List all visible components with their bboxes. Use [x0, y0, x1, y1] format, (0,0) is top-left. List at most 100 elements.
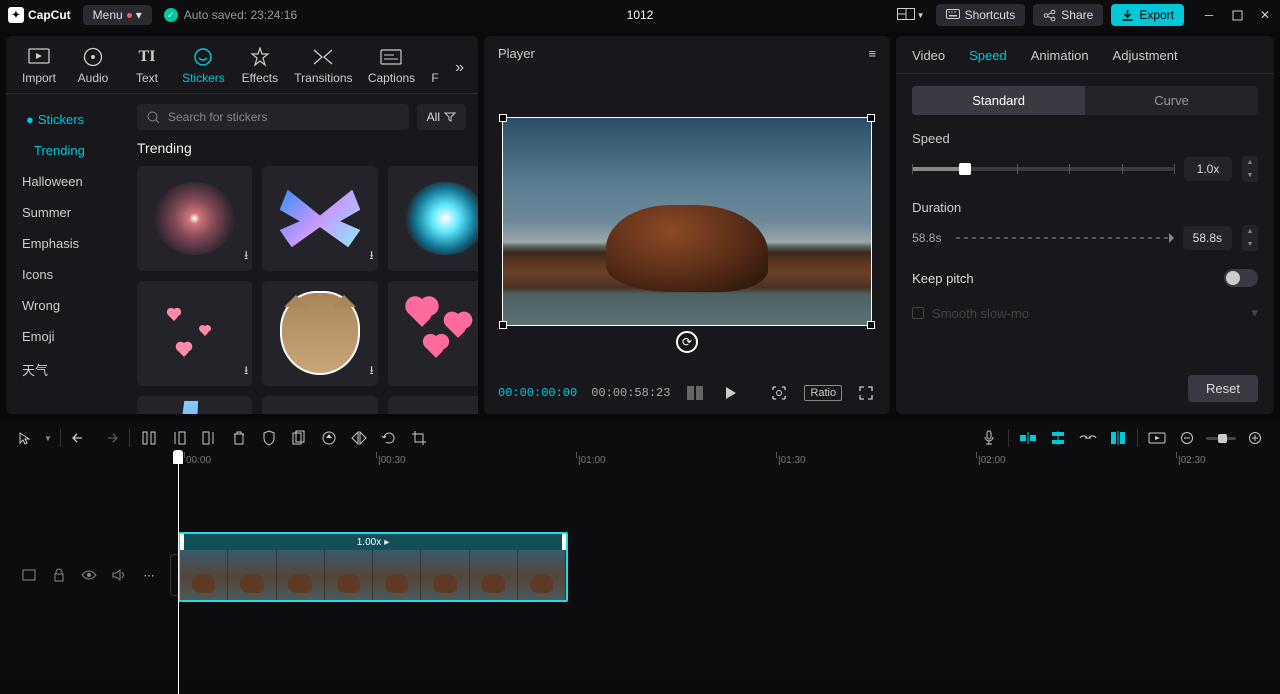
snapshot-button[interactable] [768, 382, 790, 404]
tab-import[interactable]: Import [14, 42, 64, 93]
speed-slider[interactable] [912, 167, 1174, 171]
minimize-button[interactable]: ─ [1202, 8, 1216, 22]
captions-icon [380, 46, 402, 68]
zoom-slider[interactable] [1206, 437, 1236, 440]
resize-handle-bl[interactable] [499, 321, 507, 329]
tab-stickers[interactable]: Stickers [176, 42, 231, 93]
crop-button[interactable] [408, 427, 430, 449]
track-more-button[interactable]: ⋯ [138, 564, 160, 586]
prop-tab-adjustment[interactable]: Adjustment [1113, 48, 1178, 63]
subtab-curve[interactable]: Curve [1085, 86, 1258, 115]
mic-button[interactable] [978, 427, 1000, 449]
play-button[interactable] [720, 383, 740, 403]
download-icon: ⭳ [244, 361, 248, 382]
resize-handle-tl[interactable] [499, 114, 507, 122]
category-wrong[interactable]: Wrong [6, 290, 131, 321]
sticker-lightning[interactable] [137, 396, 252, 414]
prop-tab-animation[interactable]: Animation [1031, 48, 1089, 63]
delete-button[interactable] [228, 427, 250, 449]
speed-slider-thumb[interactable] [959, 163, 971, 175]
redo-button[interactable] [99, 427, 121, 449]
track-visible-button[interactable] [78, 564, 100, 586]
shortcuts-button[interactable]: Shortcuts [936, 4, 1026, 26]
prop-tab-speed[interactable]: Speed [969, 48, 1007, 63]
select-tool[interactable] [14, 427, 36, 449]
compare-button[interactable] [684, 383, 706, 403]
tab-captions[interactable]: Captions [362, 42, 421, 93]
reverse-button[interactable] [318, 427, 340, 449]
subtab-standard[interactable]: Standard [912, 86, 1085, 115]
video-clip[interactable]: 1.00x▸ [178, 532, 568, 602]
sticker-search-input[interactable]: Search for stickers [137, 104, 409, 130]
fullscreen-button[interactable] [856, 383, 876, 403]
category-emphasis[interactable]: Emphasis [6, 228, 131, 259]
sticker-electric-orb[interactable]: ⭳ [388, 166, 478, 271]
download-icon: ⭳ [244, 246, 248, 267]
share-button[interactable]: Share [1033, 4, 1103, 26]
link-button[interactable] [1077, 427, 1099, 449]
split-button[interactable] [138, 427, 160, 449]
prop-tab-video[interactable]: Video [912, 48, 945, 63]
maximize-button[interactable] [1230, 8, 1244, 22]
track-lock-button[interactable] [48, 564, 70, 586]
close-button[interactable]: ✕ [1258, 8, 1272, 22]
sticker-cat[interactable]: ⭳ [262, 281, 377, 386]
sticker-emoji-hearteyes[interactable] [262, 396, 377, 414]
trim-right-button[interactable] [198, 427, 220, 449]
download-icon: ⭳ [369, 361, 373, 382]
player-canvas[interactable]: ⟳ [502, 117, 872, 325]
reset-button[interactable]: Reset [1188, 375, 1258, 402]
sticker-checkmark[interactable]: ✓ [388, 396, 478, 414]
tab-filters[interactable]: F [425, 42, 445, 93]
copy-button[interactable] [288, 427, 310, 449]
app-logo: ✦ CapCut [8, 7, 71, 23]
tab-audio[interactable]: Audio [68, 42, 118, 93]
player-menu-button[interactable]: ≡ [869, 46, 877, 61]
tab-text[interactable]: TIText [122, 42, 172, 93]
layout-button[interactable]: ▼ [894, 5, 928, 25]
resize-handle-br[interactable] [867, 321, 875, 329]
preview-track-button[interactable] [1146, 427, 1168, 449]
tab-effects[interactable]: Effects [235, 42, 285, 93]
rotate-handle[interactable]: ⟳ [676, 331, 698, 353]
ratio-button[interactable]: Ratio [804, 385, 842, 401]
category-stickers-root[interactable]: ● Stickers [6, 104, 131, 135]
timeline-ruler[interactable]: 00:00 |00:30 |01:00 |01:30 |02:00 |02:30 [178, 452, 1272, 474]
playhead[interactable] [178, 452, 179, 694]
track-toggle-button[interactable] [18, 564, 40, 586]
align-button[interactable] [1107, 427, 1129, 449]
speed-stepper[interactable]: ▲▼ [1242, 156, 1258, 182]
export-button[interactable]: Export [1111, 4, 1184, 26]
sticker-butterfly[interactable]: ⭳ [262, 166, 377, 271]
resize-handle-tr[interactable] [867, 114, 875, 122]
category-weather[interactable]: 天气 [6, 352, 131, 387]
sticker-firework[interactable]: ⭳ [137, 166, 252, 271]
keep-pitch-toggle[interactable] [1224, 269, 1258, 287]
mask-button[interactable] [258, 427, 280, 449]
speed-value[interactable]: 1.0x [1184, 157, 1232, 181]
sticker-pink-hearts[interactable]: ⭳ [388, 281, 478, 386]
more-tabs-button[interactable]: » [449, 53, 470, 83]
filter-button[interactable]: All [417, 104, 466, 130]
category-summer[interactable]: Summer [6, 197, 131, 228]
trim-left-button[interactable] [168, 427, 190, 449]
category-halloween[interactable]: Halloween [6, 166, 131, 197]
duration-value[interactable]: 58.8s [1183, 226, 1232, 250]
tab-transitions[interactable]: Transitions [289, 42, 358, 93]
snap-main-button[interactable] [1017, 427, 1039, 449]
track-mute-button[interactable] [108, 564, 130, 586]
category-icons[interactable]: Icons [6, 259, 131, 290]
zoom-out-button[interactable] [1176, 427, 1198, 449]
category-trending[interactable]: Trending [6, 135, 131, 166]
category-emoji[interactable]: Emoji [6, 321, 131, 352]
mirror-button[interactable] [348, 427, 370, 449]
duration-stepper[interactable]: ▲▼ [1242, 225, 1258, 251]
menu-button[interactable]: Menu ▾ [83, 5, 152, 25]
snap-track-button[interactable] [1047, 427, 1069, 449]
undo-button[interactable] [69, 427, 91, 449]
duration-slider[interactable] [956, 237, 1173, 239]
sticker-floating-hearts[interactable]: ⭳ [137, 281, 252, 386]
tracks-area[interactable]: 1.00x▸ [178, 474, 1272, 676]
rotate-button[interactable] [378, 427, 400, 449]
zoom-in-button[interactable] [1244, 427, 1266, 449]
